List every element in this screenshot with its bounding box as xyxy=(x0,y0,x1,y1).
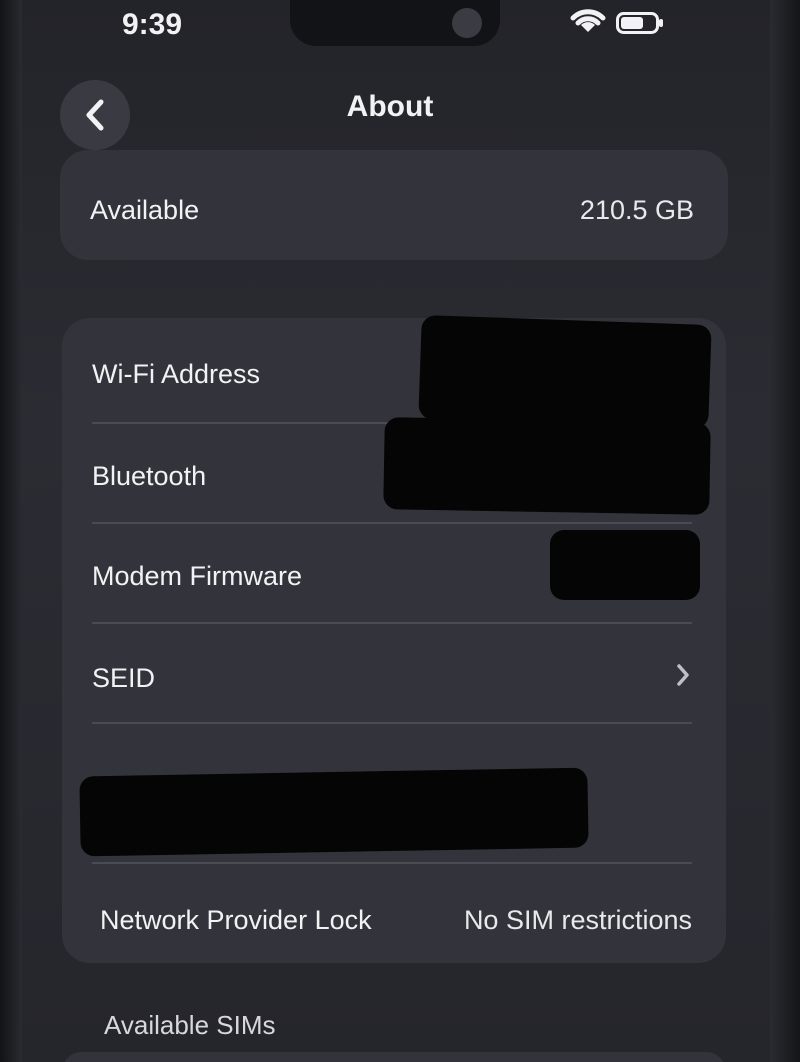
network-provider-lock-label: Network Provider Lock xyxy=(100,904,372,935)
divider xyxy=(92,522,692,524)
wifi-address-label: Wi-Fi Address xyxy=(92,358,261,389)
redaction-mark xyxy=(418,314,712,430)
available-label: Available xyxy=(90,194,200,225)
redaction-mark xyxy=(79,767,589,857)
phone-bezel-left xyxy=(0,0,22,1062)
redaction-mark xyxy=(383,417,711,515)
modem-firmware-label: Modem Firmware xyxy=(92,560,303,591)
status-time: 9:39 xyxy=(122,8,183,41)
divider xyxy=(92,622,692,624)
available-value: 210.5 GB xyxy=(579,194,694,225)
phone-bezel-right xyxy=(770,0,800,1062)
bluetooth-label: Bluetooth xyxy=(92,460,207,491)
settings-screen: 9:39 About Available 210.5 GB Wi-Fi Addr… xyxy=(0,0,800,1062)
storage-card: Available 210.5 GB xyxy=(60,150,728,260)
battery-icon xyxy=(616,12,663,34)
camera-dot xyxy=(452,8,482,38)
divider xyxy=(92,862,692,864)
seid-row[interactable]: SEID xyxy=(62,628,726,728)
network-provider-lock-row: Network Provider Lock No SIM restriction… xyxy=(62,870,726,970)
page-title: About xyxy=(346,90,434,123)
redaction-mark xyxy=(550,530,700,600)
seid-label: SEID xyxy=(92,662,156,693)
section-header-sims: Available SIMs xyxy=(104,1010,276,1040)
divider xyxy=(92,722,692,724)
sims-card xyxy=(62,1052,726,1062)
available-row: Available 210.5 GB xyxy=(60,160,728,260)
wifi-icon xyxy=(570,9,606,32)
chevron-right-icon xyxy=(674,662,726,695)
network-provider-lock-value: No SIM restrictions xyxy=(463,904,692,935)
